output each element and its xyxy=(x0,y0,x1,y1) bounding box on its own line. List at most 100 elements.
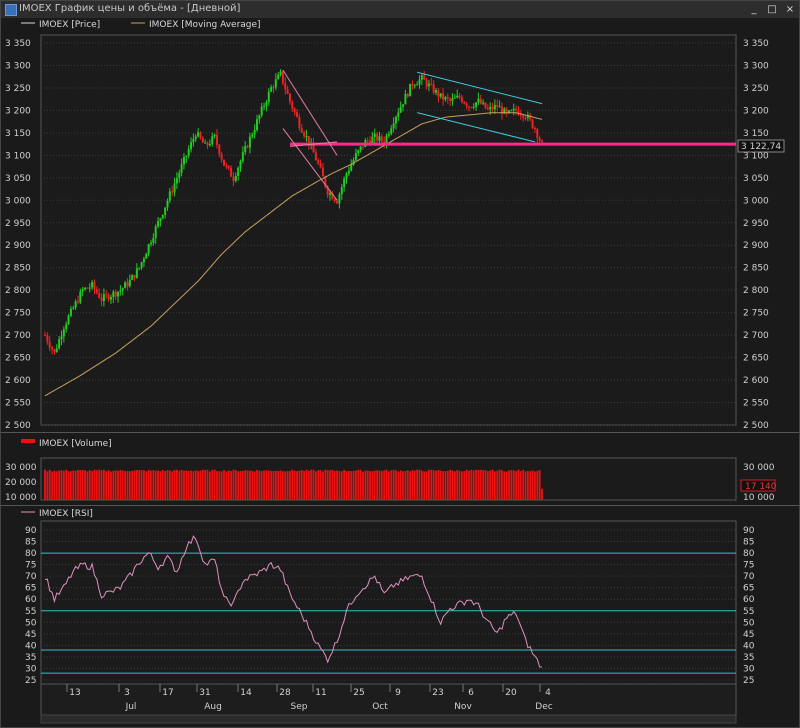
candle-body xyxy=(180,164,183,173)
volume-bar xyxy=(282,471,284,500)
volume-bar xyxy=(284,471,287,500)
volume-bar xyxy=(279,470,282,500)
candle-body xyxy=(239,161,242,168)
day-tick-label: 9 xyxy=(395,688,401,698)
volume-bar xyxy=(314,471,317,500)
day-tick-label: 20 xyxy=(505,688,517,698)
candle-body xyxy=(463,102,466,104)
volume-bar xyxy=(390,470,393,500)
volume-bar xyxy=(512,470,515,500)
volume-bar xyxy=(519,471,522,500)
rsi-plot-frame xyxy=(40,520,737,685)
volume-bar xyxy=(439,470,442,500)
rsi-tick-left: 60 xyxy=(25,595,37,605)
price-last-value: 3 122,74 xyxy=(741,142,781,152)
volume-bar xyxy=(145,471,148,500)
candle-body xyxy=(413,85,416,87)
volume-bar xyxy=(423,471,426,500)
candle-body xyxy=(390,128,393,134)
day-tick-label: 14 xyxy=(240,688,252,698)
price-tick-left: 3 050 xyxy=(5,174,31,184)
candle-body xyxy=(477,98,480,103)
volume-bar xyxy=(100,470,103,500)
candle-body xyxy=(208,144,211,146)
price-tick-left: 3 200 xyxy=(5,106,31,116)
volume-bar xyxy=(225,471,228,500)
volume-bar xyxy=(267,470,270,500)
rsi-tick-right: 70 xyxy=(743,572,755,582)
candle-body xyxy=(234,176,237,181)
rsi-tick-right: 30 xyxy=(743,664,755,674)
candle-body xyxy=(406,93,409,97)
volume-bar xyxy=(331,469,334,500)
candle-body xyxy=(359,146,362,151)
candle-body xyxy=(420,75,423,80)
volume-bar xyxy=(107,470,110,500)
volume-bar xyxy=(536,470,539,500)
candle-body xyxy=(293,108,296,113)
day-tick-label: 23 xyxy=(432,688,443,698)
close-button[interactable]: × xyxy=(783,3,797,16)
volume-bar xyxy=(324,469,327,500)
candle-body xyxy=(199,132,202,139)
rsi-tick-right: 35 xyxy=(743,653,754,663)
rsi-tick-left: 55 xyxy=(25,607,36,617)
candle-body xyxy=(220,154,223,160)
candle-body xyxy=(206,142,209,146)
title-bar[interactable]: IMOEX График цены и объёма - [Дневной] _… xyxy=(1,1,799,19)
candle-body xyxy=(541,140,543,143)
candle-body xyxy=(173,183,176,193)
chart-area[interactable]: 3 350 3 300 3 250 3 200 3 150 3 100 3 050 3 000… xyxy=(1,18,799,727)
candle-body xyxy=(246,146,249,148)
candle-body xyxy=(281,71,284,84)
rsi-panel[interactable]: IMOEX [RSI] 9085807570656055504540353025… xyxy=(1,505,799,686)
minimize-button[interactable]: _ xyxy=(747,3,761,16)
volume-bar xyxy=(451,470,454,500)
volume-bar xyxy=(312,469,315,500)
rsi-tick-right: 90 xyxy=(743,526,755,536)
volume-bar xyxy=(378,470,381,500)
volume-bar xyxy=(258,470,261,500)
candle-body xyxy=(230,167,233,177)
volume-bar xyxy=(272,471,275,500)
candle-body xyxy=(347,170,350,174)
maximize-button[interactable]: □ xyxy=(765,3,779,16)
volume-bar xyxy=(362,471,364,500)
candle-body xyxy=(536,129,539,138)
candle-body xyxy=(484,102,487,109)
rsi-tick-right: 55 xyxy=(743,607,754,617)
volume-bar xyxy=(201,469,204,500)
candle-body xyxy=(475,102,478,107)
day-tick-label: 11 xyxy=(315,688,326,698)
price-tick-left: 2 600 xyxy=(5,376,31,386)
candle-body xyxy=(201,138,204,143)
volume-bar xyxy=(359,469,362,500)
candle-body xyxy=(53,349,56,352)
candle-body xyxy=(131,275,134,280)
candle-body xyxy=(531,119,534,129)
rsi-tick-right: 50 xyxy=(743,618,755,628)
candle-body xyxy=(345,173,348,179)
month-label: Sep xyxy=(291,702,308,712)
candle-body xyxy=(305,135,308,137)
volume-bar xyxy=(449,469,452,500)
volume-bar xyxy=(256,470,258,500)
candle-body xyxy=(267,91,270,103)
candle-body xyxy=(321,167,324,177)
candle-body xyxy=(409,83,412,97)
volume-bar xyxy=(298,470,301,500)
candle-body xyxy=(86,287,89,289)
candle-body xyxy=(519,114,522,116)
volume-y-axis-left: 30 000 20 000 10 000 xyxy=(5,463,37,503)
horizontal-scrollbar[interactable] xyxy=(40,714,737,724)
candle-body xyxy=(378,136,381,141)
volume-bar xyxy=(350,471,353,500)
candle-body xyxy=(467,106,470,108)
rsi-y-axis-right: 90 8580 7570 6560 5550 4540 3530 25 xyxy=(743,526,755,686)
candle-body xyxy=(491,106,494,110)
volume-bar xyxy=(411,470,414,500)
volume-bar xyxy=(86,471,89,500)
volume-bar xyxy=(472,470,475,500)
price-panel[interactable]: 3 350 3 300 3 250 3 200 3 150 3 100 3 050 3 000… xyxy=(5,20,785,431)
rsi-tick-left: 90 xyxy=(25,526,37,536)
